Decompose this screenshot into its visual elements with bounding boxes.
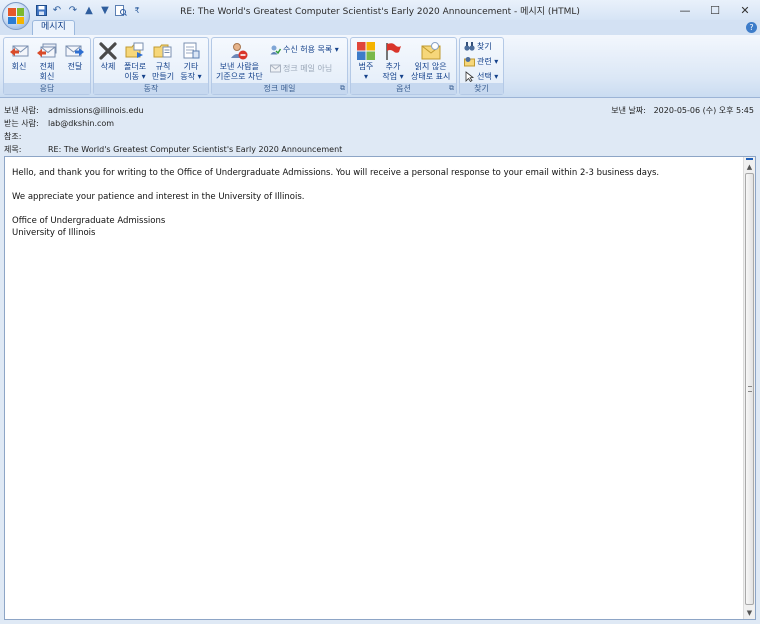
cc-row: 참조: [4,131,48,142]
print-preview-icon[interactable] [114,3,128,17]
to-row: 받는 사람: lab@dkshin.com [4,118,114,129]
vertical-scrollbar[interactable]: ▲ ▼ [743,157,755,619]
minimize-button[interactable]: — [670,0,700,20]
title-bar: RE: The World's Greatest Computer Scient… [0,0,760,20]
delete-x-icon [97,40,119,62]
flag-icon [382,40,404,62]
other-actions-icon [180,40,202,62]
quick-access-toolbar: ↶ ↷ ▲ ▼ ₹ [34,3,144,17]
group-label-junk: 정크 메일 [212,83,347,94]
not-junk-icon [270,63,281,74]
maximize-button[interactable]: ☐ [700,0,730,20]
block-sender-icon [228,40,250,62]
ribbon: 회신 전체 회신 전달 응답 삭제 폴더로 이동 ▾ 규칙 만들기 기타 동작 … [0,35,760,98]
find-button[interactable]: 찾기 [464,41,492,52]
follow-up-button[interactable]: 추가 작업 ▾ [382,40,404,82]
sent-value: 2020-05-06 (수) 오후 5:45 [653,106,754,115]
subject-row: 제목: RE: The World's Greatest Computer Sci… [4,144,342,155]
cursor-arrow-icon [464,71,475,82]
message-header: 보낸 사람: admissions@illinois.edu 받는 사람: lab@… [0,99,760,156]
forward-icon [64,40,86,62]
redo-icon[interactable]: ↷ [66,3,80,17]
unread-envelope-icon [420,40,442,62]
mark-unread-button[interactable]: 읽지 않은 상태로 표시 [411,40,450,82]
to-label: 받는 사람: [4,119,39,128]
scroll-grip-icon [748,386,752,392]
group-label-actions: 동작 [94,83,208,94]
reply-icon [8,40,30,62]
message-text: Hello, and thank you for writing to the … [12,167,659,239]
message-body[interactable]: Hello, and thank you for writing to the … [4,156,756,620]
group-find: 찾기 관련 ▾ 선택 ▾ 찾기 [459,37,504,95]
signature-line-1: Office of Undergraduate Admissions [12,216,166,226]
group-junk-mail: 보낸 사람을 기준으로 차단 수신 허용 목록 ▾ 정크 메일 아님 정크 메일 … [211,37,348,95]
scroll-down-arrow-icon[interactable]: ▼ [744,607,755,619]
reply-button[interactable]: 회신 [8,40,30,72]
customize-qat-icon[interactable]: ₹ [130,3,144,17]
move-to-folder-button[interactable]: 폴더로 이동 ▾ [124,40,146,82]
cc-label: 참조: [4,132,22,141]
rule-icon [152,40,174,62]
categorize-icon [355,40,377,62]
sent-date: 보낸 날짜: 2020-05-06 (수) 오후 5:45 [611,105,754,116]
to-address[interactable]: lab@dkshin.com [48,119,114,128]
scroll-split-marker [746,158,753,160]
group-label-respond: 응답 [4,83,90,94]
body-paragraph-2: We appreciate your patience and interest… [12,192,305,202]
subject-text: RE: The World's Greatest Computer Scient… [48,145,343,154]
help-icon[interactable]: ? [746,22,757,33]
group-label-options: 옵션 [351,83,456,94]
safe-list-button[interactable]: 수신 허용 목록 ▾ [270,44,339,55]
related-icon [464,56,475,67]
body-paragraph-1: Hello, and thank you for writing to the … [12,168,660,178]
group-options: 범주 ▾ 추가 작업 ▾ 읽지 않은 상태로 표시 옵션 ⧉ [350,37,457,95]
close-button[interactable]: ✕ [730,0,760,20]
previous-item-icon[interactable]: ▲ [82,3,96,17]
not-junk-button[interactable]: 정크 메일 아님 [270,63,332,74]
sent-label: 보낸 날짜: [611,106,646,115]
office-button-icon[interactable] [2,2,30,30]
tab-message[interactable]: 메시지 [32,20,75,35]
safe-list-icon [270,44,281,55]
scroll-thumb[interactable] [745,173,754,605]
delete-button[interactable]: 삭제 [97,40,119,72]
forward-button[interactable]: 전달 [64,40,86,72]
group-label-find: 찾기 [460,83,503,94]
window-controls: — ☐ ✕ [670,0,760,20]
categorize-button[interactable]: 범주 ▾ [355,40,377,82]
binoculars-icon [464,41,475,52]
folder-move-icon [124,40,146,62]
from-address[interactable]: admissions@illinois.edu [48,106,144,115]
group-actions: 삭제 폴더로 이동 ▾ 규칙 만들기 기타 동작 ▾ 동작 [93,37,209,95]
from-row: 보낸 사람: admissions@illinois.edu [4,105,144,116]
signature-line-2: University of Illinois [12,228,96,238]
undo-icon[interactable]: ↶ [50,3,64,17]
create-rule-button[interactable]: 규칙 만들기 [152,40,174,82]
options-launcher-icon[interactable]: ⧉ [449,84,454,93]
other-actions-button[interactable]: 기타 동작 ▾ [180,40,202,82]
subject-label: 제목: [4,145,22,154]
group-respond: 회신 전체 회신 전달 응답 [3,37,91,95]
related-button[interactable]: 관련 ▾ [464,56,498,67]
block-sender-button[interactable]: 보낸 사람을 기준으로 차단 [216,40,263,82]
next-item-icon[interactable]: ▼ [98,3,112,17]
reply-all-button[interactable]: 전체 회신 [36,40,58,82]
from-label: 보낸 사람: [4,106,39,115]
junk-options-launcher-icon[interactable]: ⧉ [340,84,345,93]
select-button[interactable]: 선택 ▾ [464,71,498,82]
ribbon-tabs: 메시지 ? [0,20,760,35]
reply-all-icon [36,40,58,62]
scroll-up-arrow-icon[interactable]: ▲ [744,161,755,173]
save-icon[interactable] [34,3,48,17]
